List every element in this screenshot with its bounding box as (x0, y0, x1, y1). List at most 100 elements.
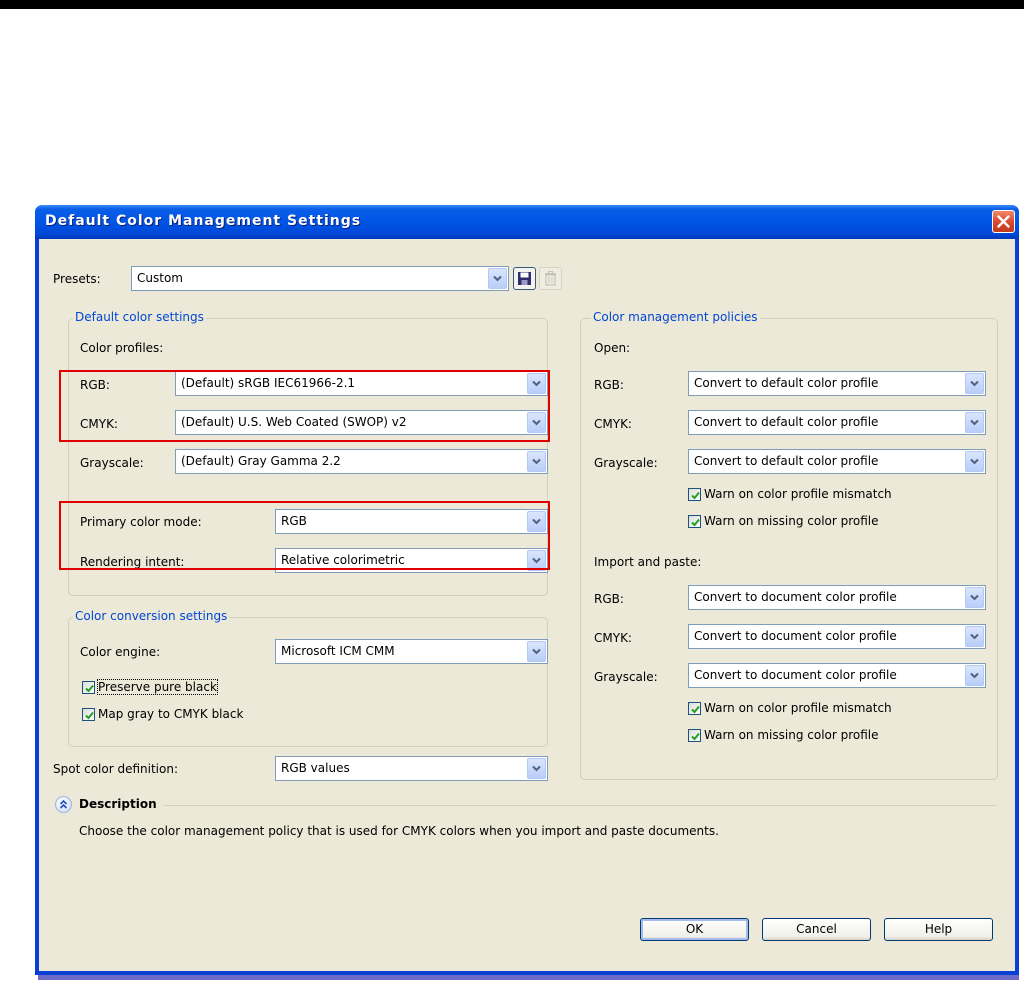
open-rgb-policy-select[interactable]: Convert to default color profile (688, 371, 986, 396)
chevron-down-icon (532, 458, 541, 465)
import-grayscale-dropdown-button[interactable] (965, 665, 984, 686)
ok-button[interactable]: OK (640, 918, 749, 941)
presets-value: Custom (137, 271, 183, 285)
map-gray-checkbox[interactable]: Map gray to CMYK black (82, 707, 282, 724)
import-cmyk-label: CMYK: (594, 631, 632, 645)
chevron-down-icon (532, 557, 541, 564)
rendering-intent-dropdown-button[interactable] (527, 550, 546, 571)
checkmark-icon (691, 732, 700, 741)
import-warn-mismatch-checkbox[interactable]: Warn on color profile mismatch (688, 701, 948, 718)
presets-select[interactable]: Custom (131, 266, 509, 291)
import-rgb-policy-select[interactable]: Convert to document color profile (688, 585, 986, 610)
close-button[interactable] (992, 210, 1015, 233)
grayscale-profile-select[interactable]: (Default) Gray Gamma 2.2 (175, 449, 548, 474)
policies-title: Color management policies (591, 310, 760, 324)
save-preset-button[interactable] (513, 267, 536, 290)
grayscale-profile-label: Grayscale: (80, 456, 144, 470)
import-rgb-policy-value: Convert to document color profile (694, 590, 897, 604)
top-black-bar (0, 0, 1024, 9)
help-button[interactable]: Help (884, 918, 993, 941)
cancel-button[interactable]: Cancel (762, 918, 871, 941)
import-rgb-label: RGB: (594, 592, 624, 606)
chevron-down-icon (532, 380, 541, 387)
spot-color-label: Spot color definition: (53, 762, 178, 776)
description-divider (164, 805, 996, 806)
checkbox-box[interactable] (82, 681, 95, 694)
chevron-down-icon (970, 380, 979, 387)
checkbox-box[interactable] (82, 708, 95, 721)
open-rgb-label: RGB: (594, 378, 624, 392)
checkmark-icon (691, 491, 700, 500)
spot-color-value: RGB values (281, 761, 350, 775)
presets-label: Presets: (53, 272, 101, 286)
import-grayscale-policy-value: Convert to document color profile (694, 668, 897, 682)
open-rgb-policy-value: Convert to default color profile (694, 376, 879, 390)
spot-color-dropdown-button[interactable] (527, 758, 546, 779)
color-engine-value: Microsoft ICM CMM (281, 644, 395, 658)
rgb-profile-dropdown-button[interactable] (527, 373, 546, 394)
color-profiles-label: Color profiles: (80, 341, 164, 355)
import-rgb-dropdown-button[interactable] (965, 587, 984, 608)
dialog-bottom-edge (38, 975, 1019, 980)
open-grayscale-label: Grayscale: (594, 456, 658, 470)
preserve-pure-black-checkbox[interactable]: Preserve pure black (82, 679, 252, 697)
open-cmyk-dropdown-button[interactable] (965, 412, 984, 433)
rendering-intent-select[interactable]: Relative colorimetric (275, 548, 548, 573)
color-conversion-title: Color conversion settings (73, 609, 230, 623)
import-warn-mismatch-label: Warn on color profile mismatch (704, 701, 892, 715)
cmyk-profile-dropdown-button[interactable] (527, 412, 546, 433)
import-warn-missing-checkbox[interactable]: Warn on missing color profile (688, 728, 948, 745)
open-warn-missing-label: Warn on missing color profile (704, 514, 879, 528)
primary-color-mode-dropdown-button[interactable] (527, 511, 546, 532)
chevron-down-icon (493, 275, 502, 282)
rgb-profile-value: (Default) sRGB IEC61966-2.1 (181, 376, 356, 390)
trash-icon (545, 271, 556, 286)
checkbox-box[interactable] (688, 702, 701, 715)
primary-color-mode-select[interactable]: RGB (275, 509, 548, 534)
floppy-disk-icon (518, 272, 531, 285)
open-cmyk-policy-select[interactable]: Convert to default color profile (688, 410, 986, 435)
checkbox-box[interactable] (688, 515, 701, 528)
open-grayscale-dropdown-button[interactable] (965, 451, 984, 472)
import-cmyk-policy-select[interactable]: Convert to document color profile (688, 624, 986, 649)
chevron-down-icon (970, 672, 979, 679)
color-engine-dropdown-button[interactable] (527, 641, 546, 662)
dialog-titlebar[interactable]: Default Color Management Settings (35, 205, 1019, 239)
import-cmyk-dropdown-button[interactable] (965, 626, 984, 647)
color-engine-label: Color engine: (80, 645, 161, 659)
import-paste-heading: Import and paste: (594, 555, 702, 569)
checkmark-icon (85, 711, 94, 720)
grayscale-profile-dropdown-button[interactable] (527, 451, 546, 472)
chevron-down-icon (532, 648, 541, 655)
open-heading: Open: (594, 341, 631, 355)
description-text: Choose the color management policy that … (79, 824, 719, 838)
dialog-title: Default Color Management Settings (45, 213, 362, 229)
import-cmyk-policy-value: Convert to document color profile (694, 629, 897, 643)
open-warn-missing-checkbox[interactable]: Warn on missing color profile (688, 514, 948, 531)
map-gray-label: Map gray to CMYK black (98, 707, 244, 721)
checkbox-box[interactable] (688, 488, 701, 501)
chevron-down-icon (532, 765, 541, 772)
chevron-down-icon (532, 518, 541, 525)
open-grayscale-policy-select[interactable]: Convert to default color profile (688, 449, 986, 474)
checkmark-icon (691, 705, 700, 714)
checkbox-box[interactable] (688, 729, 701, 742)
spot-color-select[interactable]: RGB values (275, 756, 548, 781)
cmyk-profile-select[interactable]: (Default) U.S. Web Coated (SWOP) v2 (175, 410, 548, 435)
open-rgb-dropdown-button[interactable] (965, 373, 984, 394)
chevron-down-icon (970, 633, 979, 640)
checkmark-icon (85, 684, 94, 693)
rendering-intent-label: Rendering intent: (80, 555, 185, 569)
delete-preset-button[interactable] (539, 267, 562, 290)
open-warn-mismatch-checkbox[interactable]: Warn on color profile mismatch (688, 487, 948, 504)
rgb-profile-select[interactable]: (Default) sRGB IEC61966-2.1 (175, 371, 548, 396)
chevron-down-icon (970, 458, 979, 465)
description-collapse-button[interactable] (55, 796, 72, 813)
presets-dropdown-button[interactable] (488, 268, 507, 289)
color-engine-select[interactable]: Microsoft ICM CMM (275, 639, 548, 664)
import-grayscale-label: Grayscale: (594, 670, 658, 684)
open-warn-mismatch-label: Warn on color profile mismatch (704, 487, 892, 501)
cmyk-profile-value: (Default) U.S. Web Coated (SWOP) v2 (181, 415, 407, 429)
import-warn-missing-label: Warn on missing color profile (704, 728, 879, 742)
import-grayscale-policy-select[interactable]: Convert to document color profile (688, 663, 986, 688)
